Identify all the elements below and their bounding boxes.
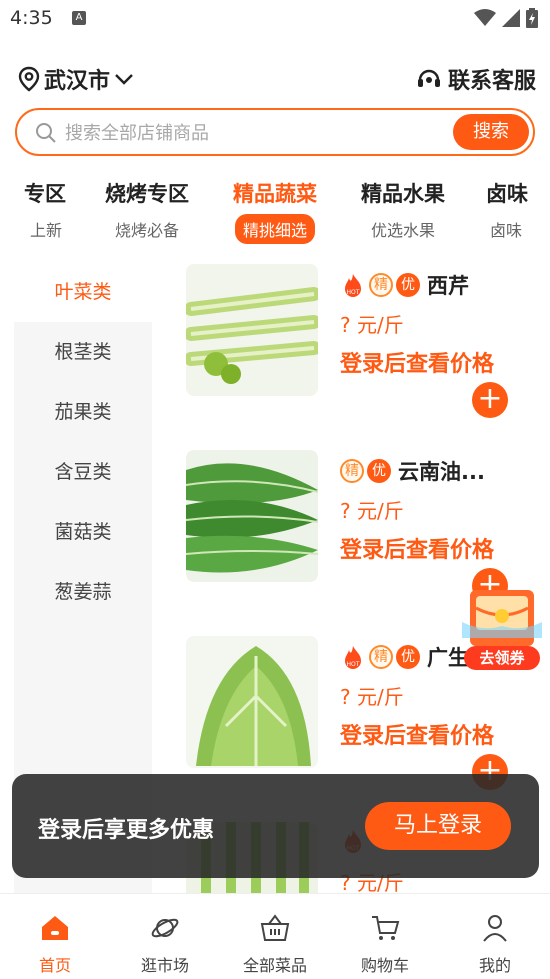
category-title: 烧烤专区: [105, 182, 189, 206]
product-price: ? 元/斤: [340, 499, 404, 523]
chevron-down-icon: [115, 74, 133, 85]
basket-icon: [260, 914, 290, 941]
service-label: 联系客服: [447, 69, 536, 94]
product-badges: HOT 精 优 广生: [340, 642, 469, 672]
badge-quality: 优: [396, 645, 420, 669]
product-image[interactable]: [186, 636, 318, 768]
category-title: 专区: [24, 182, 66, 206]
sidebar-item-fruit-veg[interactable]: 茄果类: [14, 382, 152, 442]
city-name: 武汉市: [44, 69, 111, 94]
add-to-cart-button[interactable]: +: [472, 382, 508, 418]
login-prompt-banner: 登录后享更多优惠 马上登录: [12, 774, 539, 878]
coupon-label[interactable]: 去领券: [464, 646, 540, 670]
product-image[interactable]: [186, 450, 318, 582]
nav-label: 逛市场: [140, 956, 189, 975]
badge-premium: 精: [369, 645, 393, 669]
product-name: 云南油...: [398, 460, 485, 484]
category-subtitle: 精挑细选: [234, 214, 315, 244]
product-price: ? 元/斤: [340, 685, 404, 709]
login-prompt-text: 登录后享更多优惠: [38, 818, 215, 843]
nav-label: 购物车: [360, 956, 409, 975]
badge-quality: 优: [396, 273, 420, 297]
sidebar-item-mushroom[interactable]: 菌菇类: [14, 502, 152, 562]
nav-profile[interactable]: 我的: [440, 894, 550, 979]
hot-fire-icon: HOT: [345, 646, 361, 669]
city-selector[interactable]: 武汉市: [18, 63, 134, 95]
category-tabs: 专区 上新 烧烤专区 烧烤必备 精品蔬菜 精挑细选 精品水果 优选水果 卤味 卤…: [0, 178, 550, 248]
gift-box-icon: [462, 590, 542, 646]
status-time: 4:35: [10, 7, 53, 29]
product-badges: 精 优 云南油...: [340, 456, 485, 486]
notification-icon: A: [72, 11, 86, 25]
sidebar-item-root[interactable]: 根茎类: [14, 322, 152, 382]
category-tab-0[interactable]: 专区 上新: [0, 178, 70, 244]
category-tab-fruits[interactable]: 精品水果 优选水果: [348, 178, 458, 244]
bottom-nav: 首页 逛市场 全部菜品 购物车 我的: [0, 893, 550, 979]
category-title: 精品蔬菜: [233, 182, 317, 206]
nav-cart[interactable]: 购物车: [330, 894, 440, 979]
location-pin-icon: [18, 66, 40, 92]
wifi-icon: [474, 9, 496, 26]
category-tab-bbq[interactable]: 烧烤专区 烧烤必备: [92, 178, 202, 244]
nav-label: 首页: [38, 956, 71, 975]
badge-premium: 精: [340, 459, 364, 483]
login-now-button[interactable]: 马上登录: [365, 802, 511, 850]
product-price: ? 元/斤: [340, 313, 404, 337]
nav-market[interactable]: 逛市场: [110, 894, 220, 979]
home-icon: [42, 916, 68, 940]
headset-icon: [417, 69, 440, 87]
user-icon: [483, 915, 507, 942]
signal-icon: [502, 9, 520, 27]
badge-quality: 优: [367, 459, 391, 483]
category-tab-vegetables[interactable]: 精品蔬菜 精挑细选: [220, 178, 330, 244]
nav-home[interactable]: 首页: [0, 894, 110, 979]
planet-icon: [151, 918, 179, 938]
hot-fire-icon: HOT: [345, 274, 361, 297]
status-bar: 4:35 A: [0, 0, 550, 40]
login-to-view-price[interactable]: 登录后查看价格: [340, 532, 494, 564]
category-tab-braised[interactable]: 卤味 卤味: [482, 178, 550, 244]
svg-text:HOT: HOT: [347, 661, 360, 668]
search-icon: [36, 123, 56, 143]
header: 武汉市 联系客服: [0, 56, 550, 100]
category-title: 精品水果: [361, 182, 445, 206]
product-card[interactable]: HOT 精 优 西芹 ? 元/斤 登录后查看价格 +: [186, 264, 526, 424]
status-icons: [474, 8, 538, 28]
search-button[interactable]: 搜索: [453, 114, 529, 150]
category-subtitle: 上新: [29, 221, 62, 240]
category-subtitle: 优选水果: [370, 221, 435, 240]
search-input[interactable]: [65, 120, 445, 146]
coupon-float[interactable]: 去领券: [462, 582, 542, 672]
sidebar-item-aromatics[interactable]: 葱姜蒜: [14, 562, 152, 622]
badge-premium: 精: [369, 273, 393, 297]
battery-icon: [526, 8, 538, 28]
category-title: 卤味: [486, 182, 528, 206]
cart-icon: [372, 916, 400, 940]
product-badges: HOT 精 优 西芹: [340, 270, 469, 300]
login-to-view-price[interactable]: 登录后查看价格: [340, 718, 494, 750]
nav-label: 全部菜品: [242, 956, 307, 975]
search-bar: 搜索: [15, 108, 535, 156]
category-subtitle: 烧烤必备: [114, 221, 179, 240]
sidebar-item-beans[interactable]: 含豆类: [14, 442, 152, 502]
sidebar-item-leafy[interactable]: 叶菜类: [14, 262, 152, 322]
product-image[interactable]: [186, 264, 318, 396]
nav-all-dishes[interactable]: 全部菜品: [220, 894, 330, 979]
login-to-view-price[interactable]: 登录后查看价格: [340, 346, 494, 378]
svg-text:HOT: HOT: [347, 289, 360, 296]
nav-label: 我的: [478, 956, 511, 975]
category-subtitle: 卤味: [490, 221, 523, 240]
product-name: 西芹: [427, 274, 469, 298]
customer-service-button[interactable]: 联系客服: [416, 63, 536, 95]
